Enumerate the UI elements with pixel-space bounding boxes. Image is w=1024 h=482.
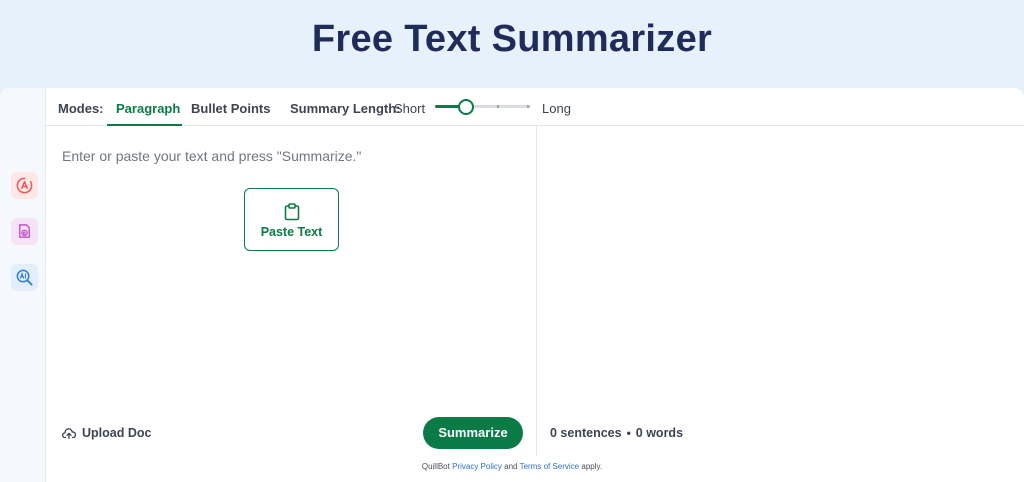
plagiarism-checker-tool-button[interactable] [11, 218, 38, 245]
privacy-policy-link[interactable]: Privacy Policy [452, 462, 502, 471]
active-tab-indicator [107, 124, 182, 126]
paraphrase-icon [16, 177, 33, 194]
footer-brand: QuillBot [421, 462, 450, 471]
upload-doc-button[interactable]: Upload Doc [62, 425, 151, 441]
clipboard-icon [284, 203, 300, 221]
summary-length-short-label: Short [394, 101, 426, 116]
modes-toolbar: Modes: Paragraph Bullet Points Summary L… [46, 88, 1024, 126]
input-text-area[interactable]: Enter or paste your text and press "Summ… [62, 148, 361, 164]
word-count: 0 words [635, 426, 684, 440]
sentence-count: 0 sentences [550, 426, 622, 440]
paste-text-label: Paste Text [260, 225, 323, 239]
tab-bullet-points[interactable]: Bullet Points [191, 101, 270, 116]
slider-thumb[interactable] [457, 99, 474, 115]
ai-detector-tool-button[interactable] [11, 264, 38, 291]
paste-text-button[interactable]: Paste Text [244, 188, 339, 251]
paraphraser-tool-button[interactable] [11, 172, 38, 199]
page-title: Free Text Summarizer [311, 18, 713, 60]
summary-length-slider[interactable] [435, 99, 531, 115]
legal-footer: QuillBot Privacy Policy and Terms of Ser… [0, 462, 1024, 471]
cloud-upload-icon [62, 428, 76, 439]
plagiarism-icon [19, 224, 30, 238]
summarizer-card: Modes: Paragraph Bullet Points Summary L… [0, 88, 1024, 482]
stats-separator: • [626, 426, 631, 440]
tab-paragraph[interactable]: Paragraph [116, 101, 180, 116]
slider-tick [527, 105, 529, 108]
hero-banner: Free Text Summarizer [0, 0, 1024, 88]
modes-label: Modes: [58, 101, 104, 116]
tools-sidebar [0, 88, 46, 482]
summarize-button[interactable]: Summarize [423, 417, 523, 449]
upload-doc-label: Upload Doc [82, 426, 152, 440]
summary-length-long-label: Long [542, 101, 571, 116]
footer-and: and [504, 462, 518, 471]
slider-tick [497, 105, 499, 108]
summary-length-label: Summary Length: [290, 101, 401, 116]
footer-suffix: apply. [581, 462, 603, 471]
terms-of-service-link[interactable]: Terms of Service [520, 462, 580, 471]
pane-divider [536, 126, 537, 456]
output-stats: 0 sentences • 0 words [550, 426, 683, 440]
ai-detector-icon [16, 269, 33, 286]
